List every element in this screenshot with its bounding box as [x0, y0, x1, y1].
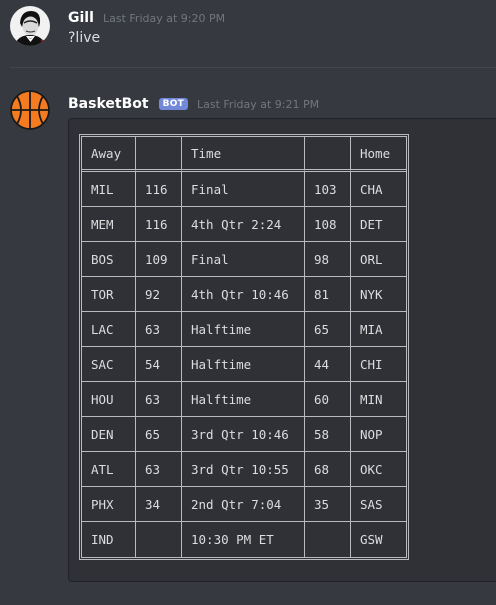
time-cell: Final — [182, 172, 305, 207]
away-score-cell: 116 — [136, 207, 182, 242]
home-score-cell: 58 — [305, 417, 351, 452]
home-score-cell: 103 — [305, 172, 351, 207]
away-score-cell: 92 — [136, 277, 182, 312]
column-header: Home — [351, 137, 406, 172]
column-header — [305, 137, 351, 172]
timestamp[interactable]: Last Friday at 9:20 PM — [103, 12, 225, 25]
message-text: ?live — [68, 30, 101, 46]
table-row: PHX 34 2nd Qtr 7:04 35 SAS — [82, 487, 406, 522]
username[interactable]: Gill — [68, 10, 94, 26]
table-header-row: Away Time Home — [82, 137, 406, 172]
home-team-cell: CHI — [351, 347, 406, 382]
table-row: BOS 109 Final 98 ORL — [82, 242, 406, 277]
home-score-cell: 44 — [305, 347, 351, 382]
away-score-cell: 65 — [136, 417, 182, 452]
message-header: BasketBot BOT Last Friday at 9:21 PM — [68, 93, 319, 112]
away-team-cell: LAC — [82, 312, 136, 347]
home-team-cell: NYK — [351, 277, 406, 312]
table-row: MIL 116 Final 103 CHA — [82, 172, 406, 207]
away-team-cell: TOR — [82, 277, 136, 312]
away-score-cell: 116 — [136, 172, 182, 207]
away-score-cell: 34 — [136, 487, 182, 522]
column-header: Time — [182, 137, 305, 172]
godfather-avatar-icon — [10, 6, 50, 46]
time-cell: 4th Qtr 2:24 — [182, 207, 305, 242]
code-block: Away Time Home MIL 116 Final 103 CHA MEM 116 4th Q… — [68, 118, 496, 582]
away-score-cell: 109 — [136, 242, 182, 277]
home-score-cell: 68 — [305, 452, 351, 487]
home-score-cell: 108 — [305, 207, 351, 242]
away-team-cell: PHX — [82, 487, 136, 522]
table-row: IND 10:30 PM ET GSW — [82, 522, 406, 557]
time-cell: Final — [182, 242, 305, 277]
time-cell: 4th Qtr 10:46 — [182, 277, 305, 312]
away-team-cell: SAC — [82, 347, 136, 382]
username[interactable]: BasketBot — [68, 96, 149, 112]
home-team-cell: MIA — [351, 312, 406, 347]
time-cell: 2nd Qtr 7:04 — [182, 487, 305, 522]
away-team-cell: DEN — [82, 417, 136, 452]
away-team-cell: BOS — [82, 242, 136, 277]
bot-avatar[interactable] — [10, 90, 50, 130]
home-team-cell: GSW — [360, 532, 383, 547]
home-team-cell: CHA — [351, 172, 406, 207]
home-team-cell: ORL — [351, 242, 406, 277]
scores-table: Away Time Home MIL 116 Final 103 CHA MEM 116 4th Q… — [79, 134, 409, 560]
time-cell: Halftime — [182, 312, 305, 347]
home-score-cell — [305, 522, 351, 557]
home-score-cell: 35 — [305, 487, 351, 522]
message-header: Gill Last Friday at 9:20 PM — [68, 7, 225, 26]
away-team-cell: ATL — [82, 452, 136, 487]
home-team-cell: NOP — [351, 417, 406, 452]
away-team-cell: MIL — [82, 172, 136, 207]
time-cell: 3rd Qtr 10:55 — [182, 452, 305, 487]
basketball-icon — [10, 90, 50, 130]
home-team-cell: DET — [351, 207, 406, 242]
table-row: HOU 63 Halftime 60 MIN — [82, 382, 406, 417]
time-cell: 10:30 PM ET — [182, 522, 305, 557]
table-row: TOR 92 4th Qtr 10:46 81 NYK — [82, 277, 406, 312]
table-row: MEM 116 4th Qtr 2:24 108 DET — [82, 207, 406, 242]
away-score-cell: 63 — [136, 452, 182, 487]
away-score-cell — [136, 522, 182, 557]
away-score-cell: 54 — [136, 347, 182, 382]
home-team-cell: MIN — [351, 382, 406, 417]
table-row: LAC 63 Halftime 65 MIA — [82, 312, 406, 347]
timestamp[interactable]: Last Friday at 9:21 PM — [197, 98, 319, 111]
home-score-cell: 65 — [305, 312, 351, 347]
home-score-cell: 81 — [305, 277, 351, 312]
away-score-cell: 63 — [136, 382, 182, 417]
home-score-cell: 98 — [305, 242, 351, 277]
table-row: ATL 63 3rd Qtr 10:55 68 OKC — [82, 452, 406, 487]
user-avatar[interactable] — [10, 6, 50, 46]
away-team-cell: HOU — [82, 382, 136, 417]
home-team-cell: OKC — [351, 452, 406, 487]
time-cell: Halftime — [182, 382, 305, 417]
table-row: SAC 54 Halftime 44 CHI — [82, 347, 406, 382]
home-team-cell: SAS — [351, 487, 406, 522]
column-header: Away — [82, 137, 136, 172]
away-team-cell: MEM — [82, 207, 136, 242]
away-team-cell: IND — [82, 522, 136, 557]
away-score-cell: 63 — [136, 312, 182, 347]
time-cell: 3rd Qtr 10:46 — [182, 417, 305, 452]
column-header — [136, 137, 182, 172]
table-row: DEN 65 3rd Qtr 10:46 58 NOP — [82, 417, 406, 452]
message-gill: Gill Last Friday at 9:20 PM ?live — [0, 0, 496, 68]
home-score-cell: 60 — [305, 382, 351, 417]
bot-tag: BOT — [158, 98, 188, 110]
time-cell: Halftime — [182, 347, 305, 382]
